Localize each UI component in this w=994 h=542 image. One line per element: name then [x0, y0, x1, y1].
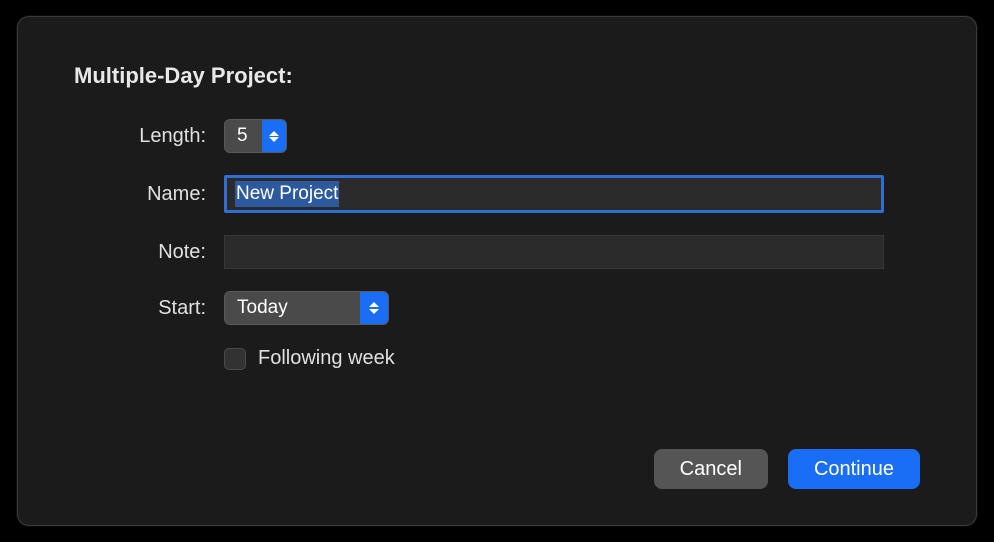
start-row: Start: Today [74, 291, 920, 325]
continue-button[interactable]: Continue [788, 449, 920, 489]
dialog-buttons: Cancel Continue [654, 449, 920, 489]
length-value: 5 [225, 125, 262, 147]
chevron-up-icon [369, 302, 379, 307]
length-label: Length: [74, 125, 224, 148]
start-value: Today [225, 297, 300, 319]
name-input[interactable]: New Project [224, 175, 884, 213]
stepper-buttons[interactable] [262, 120, 286, 152]
following-week-label: Following week [258, 347, 395, 370]
note-label: Note: [74, 241, 224, 264]
following-week-checkbox[interactable] [224, 348, 246, 370]
name-value: New Project [235, 181, 339, 207]
chevron-down-icon [369, 309, 379, 314]
following-week-row: Following week [224, 347, 920, 370]
chevron-down-icon [269, 137, 279, 142]
length-row: Length: 5 [74, 119, 920, 153]
cancel-button[interactable]: Cancel [654, 449, 768, 489]
note-input[interactable] [224, 235, 884, 269]
start-label: Start: [74, 297, 224, 320]
dropdown-button[interactable] [360, 292, 388, 324]
length-stepper[interactable]: 5 [224, 119, 287, 153]
name-label: Name: [74, 183, 224, 206]
project-dialog: Multiple-Day Project: Length: 5 Name: Ne… [17, 16, 977, 526]
chevron-up-icon [269, 131, 279, 136]
start-dropdown[interactable]: Today [224, 291, 389, 325]
name-row: Name: New Project [74, 175, 920, 213]
dialog-title: Multiple-Day Project: [74, 63, 920, 89]
note-row: Note: [74, 235, 920, 269]
